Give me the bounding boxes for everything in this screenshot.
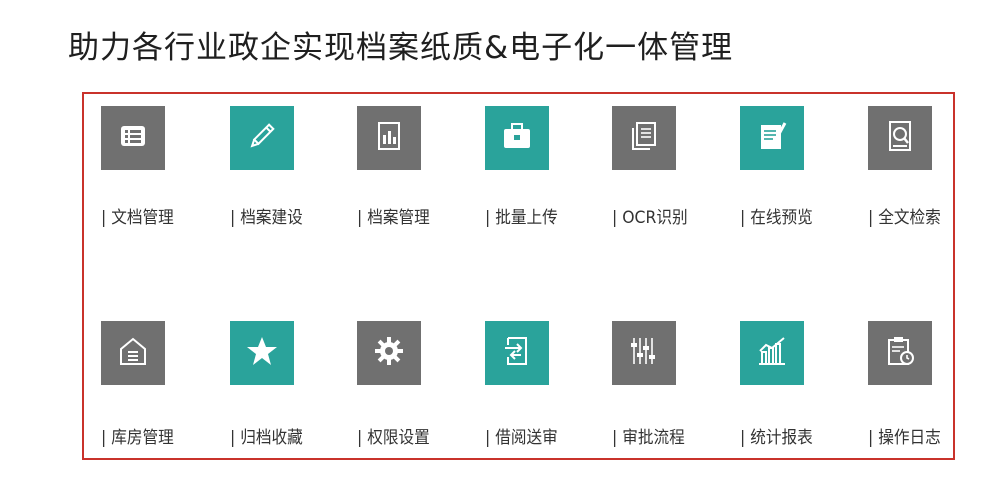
- feature-label[interactable]: | 审批流程: [612, 423, 685, 448]
- feature-label[interactable]: | OCR识别: [612, 203, 688, 228]
- feature-tile-4[interactable]: [485, 106, 549, 170]
- notepad-pen-icon: [754, 118, 790, 158]
- feature-label[interactable]: | 库房管理: [101, 423, 174, 448]
- feature-label[interactable]: | 借阅送审: [485, 423, 558, 448]
- list-icon: [115, 118, 151, 158]
- feature-label[interactable]: | 文档管理: [101, 203, 174, 228]
- feature-label[interactable]: | 全文检索: [868, 203, 941, 228]
- feature-tile-3[interactable]: [357, 106, 421, 170]
- feature-label[interactable]: | 批量上传: [485, 203, 558, 228]
- transfer-document-icon: [499, 333, 535, 373]
- feature-tile-1[interactable]: [101, 106, 165, 170]
- gear-icon: [371, 333, 407, 373]
- pencil-icon: [244, 118, 280, 158]
- feature-tile-6[interactable]: [740, 106, 804, 170]
- feature-tile-2[interactable]: [230, 106, 294, 170]
- feature-tile-14[interactable]: [868, 321, 932, 385]
- briefcase-icon: [499, 118, 535, 158]
- feature-tile-12[interactable]: [612, 321, 676, 385]
- feature-label[interactable]: | 权限设置: [357, 423, 430, 448]
- bar-chart-icon: [754, 333, 790, 373]
- document-chart-icon: [371, 118, 407, 158]
- feature-label[interactable]: | 在线预览: [740, 203, 813, 228]
- feature-label[interactable]: | 档案管理: [357, 203, 430, 228]
- page-title: 助力各行业政企实现档案纸质&电子化一体管理: [68, 30, 734, 66]
- clipboard-clock-icon: [882, 333, 918, 373]
- feature-tile-8[interactable]: [101, 321, 165, 385]
- feature-tile-9[interactable]: [230, 321, 294, 385]
- star-icon: [244, 333, 280, 373]
- sliders-icon: [626, 333, 662, 373]
- feature-tile-13[interactable]: [740, 321, 804, 385]
- feature-label[interactable]: | 操作日志: [868, 423, 941, 448]
- document-search-icon: [882, 118, 918, 158]
- feature-tile-10[interactable]: [357, 321, 421, 385]
- feature-label[interactable]: | 归档收藏: [230, 423, 303, 448]
- warehouse-icon: [115, 333, 151, 373]
- feature-tile-11[interactable]: [485, 321, 549, 385]
- copy-document-icon: [626, 118, 662, 158]
- feature-label[interactable]: | 档案建设: [230, 203, 303, 228]
- feature-label[interactable]: | 统计报表: [740, 423, 813, 448]
- feature-tile-5[interactable]: [612, 106, 676, 170]
- feature-tile-7[interactable]: [868, 106, 932, 170]
